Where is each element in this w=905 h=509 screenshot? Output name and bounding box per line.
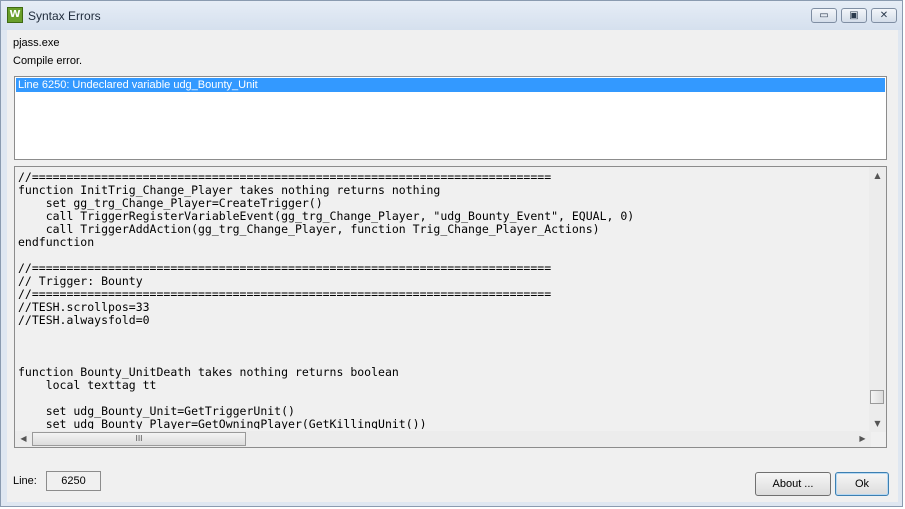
app-logo-icon: W [7, 7, 23, 23]
maximize-button[interactable]: ▣ [841, 8, 867, 23]
compile-status: Compile error. [13, 55, 83, 67]
program-name: pjass.exe [13, 37, 60, 49]
code-line: //======================================… [18, 261, 552, 275]
scroll-left-arrow-icon[interactable]: ◀ [15, 431, 32, 447]
code-text[interactable]: //======================================… [18, 171, 868, 429]
scroll-down-arrow-icon[interactable]: ▼ [869, 415, 886, 432]
scroll-up-arrow-icon[interactable]: ▲ [869, 167, 886, 184]
ok-button[interactable]: Ok [835, 472, 889, 496]
dialog-client-area: pjass.exe Compile error. Line 6250: Unde… [7, 30, 898, 502]
syntax-errors-window: W Syntax Errors ▭ ▣ ✕ pjass.exe Compile … [0, 0, 903, 507]
close-button[interactable]: ✕ [871, 8, 897, 23]
vertical-scroll-thumb[interactable] [870, 390, 884, 404]
vertical-scrollbar[interactable]: ▲ ▼ [869, 167, 886, 432]
horizontal-scrollbar[interactable]: ◀ III ▶ [15, 431, 871, 447]
window-title: Syntax Errors [28, 9, 101, 23]
horizontal-scroll-thumb[interactable]: III [32, 432, 246, 446]
error-list-item-selected[interactable]: Line 6250: Undeclared variable udg_Bount… [16, 78, 885, 92]
minimize-button[interactable]: ▭ [811, 8, 837, 23]
error-list[interactable]: Line 6250: Undeclared variable udg_Bount… [14, 76, 887, 160]
scroll-right-arrow-icon[interactable]: ▶ [854, 431, 871, 447]
code-line: //TESH.alwaysfold=0 [18, 313, 150, 327]
code-line: local texttag tt [18, 378, 157, 392]
code-line: call TriggerAddAction(gg_trg_Change_Play… [18, 222, 600, 236]
code-line: endfunction [18, 235, 95, 249]
line-label: Line: [13, 475, 37, 487]
about-button[interactable]: About ... [755, 472, 831, 496]
title-bar[interactable]: W Syntax Errors ▭ ▣ ✕ [1, 1, 902, 30]
code-line: set udg_Bounty_Player=GetOwningPlayer(Ge… [18, 417, 427, 430]
line-number-field[interactable]: 6250 [46, 471, 101, 491]
code-viewer[interactable]: //======================================… [14, 166, 887, 448]
